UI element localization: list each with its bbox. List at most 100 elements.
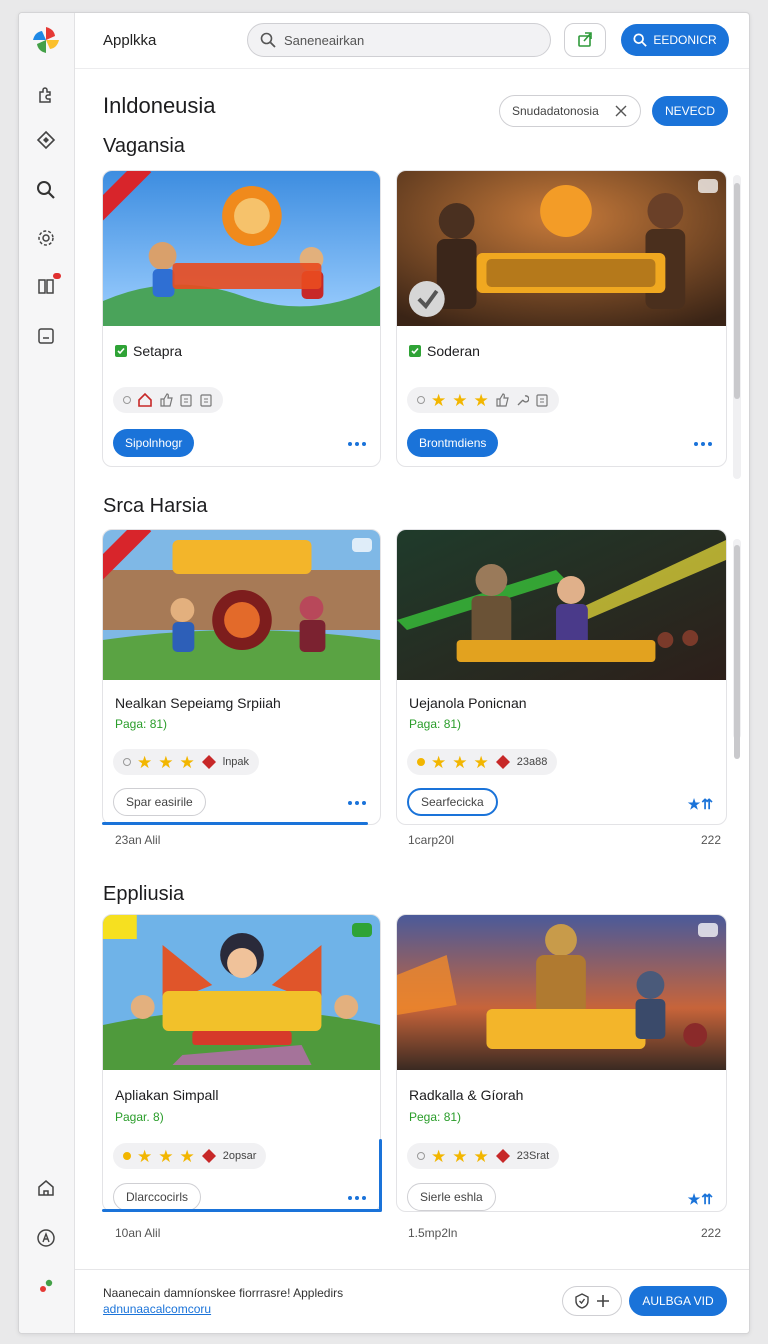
status-dot — [417, 1152, 425, 1160]
more-options-icon[interactable] — [348, 798, 368, 808]
app-title: Setapra — [115, 343, 182, 359]
page-title: Inldoneusia — [103, 93, 216, 118]
header-action-button[interactable]: NEVECD — [652, 96, 728, 126]
star-icon: ★ — [452, 752, 468, 772]
badge-icon — [495, 1149, 510, 1163]
card-action-button[interactable]: Searfecicka — [407, 788, 498, 816]
app-count: 222 — [701, 833, 722, 847]
shield-icon[interactable] — [574, 1293, 590, 1309]
filter-chip[interactable]: Snudadatonosia — [499, 95, 641, 127]
app-card[interactable]: Nealkan Sepeiamg Srpiiah Paga: 81) ★ ★ ★… — [102, 529, 381, 825]
search-box[interactable] — [247, 23, 551, 57]
card-action-button[interactable]: Brontmdiens — [407, 429, 499, 457]
more-options-icon[interactable] — [348, 439, 368, 449]
badge-icon — [201, 1149, 216, 1163]
star-icon: ★ — [431, 752, 447, 772]
thumb-icon — [160, 393, 173, 407]
app-thumbnail[interactable] — [103, 171, 380, 326]
sidebar-item-downloads[interactable] — [31, 321, 61, 351]
app-title: Soderan — [409, 343, 480, 359]
app-thumbnail[interactable] — [103, 915, 380, 1070]
star-icon: ★ — [452, 390, 468, 410]
app-card[interactable]: Apliakan Simpall Pagar. 8) ★ ★ ★ 2opsar … — [102, 914, 381, 1212]
app-meta: ★ ★ ★ 2opsar — [113, 1143, 267, 1169]
app-meta — [113, 387, 223, 413]
favorite-icon[interactable]: ★⇈ — [688, 796, 714, 813]
app-card[interactable]: Setapra Sipolnhogr — [102, 170, 381, 467]
wrench-icon — [517, 395, 529, 406]
sidebar-item-account[interactable] — [31, 1223, 61, 1253]
status-dot — [123, 396, 131, 404]
sidebar-item-discover[interactable] — [31, 125, 61, 155]
top-bar: Applkka EEDONICR — [75, 13, 749, 69]
favorite-icon[interactable]: ★⇈ — [688, 1191, 714, 1208]
sidebar — [19, 13, 75, 1333]
app-thumbnail[interactable] — [397, 171, 726, 326]
meta-text: lnpak — [222, 756, 250, 768]
star-icon: ★ — [431, 1146, 447, 1166]
star-icon: ★ — [473, 390, 489, 410]
app-card[interactable]: Radkalla & Gíorah Pega: 81) ★ ★ ★ 23Srat… — [396, 914, 727, 1212]
app-thumbnail[interactable] — [103, 530, 380, 680]
app-thumbnail[interactable] — [397, 915, 726, 1070]
app-footnote: 23an Alil — [115, 833, 161, 847]
install-button[interactable] — [564, 23, 606, 57]
filter-chip-label: Snudadatonosia — [512, 104, 599, 118]
badge-icon — [201, 755, 216, 769]
app-title: Nealkan Sepeiamg Srpiiah — [115, 695, 281, 711]
card-action-button[interactable]: Dlarccocirls — [113, 1183, 202, 1211]
app-card[interactable]: Soderan ★ ★ ★ Brontmdiens — [396, 170, 727, 467]
sidebar-item-puzzle[interactable] — [31, 79, 61, 109]
sidebar-item-settings[interactable] — [31, 223, 61, 253]
more-options-icon[interactable] — [694, 439, 714, 449]
top-cta-button[interactable]: EEDONICR — [621, 24, 729, 56]
compass-icon — [36, 130, 56, 150]
star-icon: ★ — [137, 1146, 153, 1166]
card-action-button[interactable]: Sipolnhogr — [113, 429, 195, 457]
footer-text: Naanecain damníonskee fiorrrasre! Appled… — [103, 1286, 344, 1300]
app-thumbnail[interactable] — [397, 530, 726, 680]
star-icon: ★ — [137, 752, 153, 772]
scrollbar-thumb[interactable] — [734, 183, 740, 399]
scrollbar-thumb[interactable] — [734, 545, 740, 759]
tag-badge — [698, 179, 718, 193]
badge-icon — [495, 755, 510, 769]
footer-link[interactable]: adnunaacalcomcoru — [103, 1302, 211, 1316]
close-icon[interactable] — [614, 104, 628, 118]
plus-icon[interactable] — [595, 1293, 611, 1309]
section-title: Eppliusia — [103, 883, 185, 905]
app-subtitle: Pega: 81) — [409, 1110, 462, 1124]
footer-action-button[interactable]: AULBGA VID — [629, 1286, 727, 1316]
meta-text: 23Srat — [516, 1150, 550, 1162]
sidebar-item-search[interactable] — [31, 175, 61, 205]
notification-badge — [53, 273, 61, 279]
app-title: Apliakan Simpall — [115, 1087, 219, 1103]
footer-icon-group — [562, 1286, 622, 1316]
card-action-button[interactable]: Sierle eshla — [407, 1183, 496, 1211]
clipboard-icon — [180, 394, 192, 407]
sidebar-item-home[interactable] — [31, 1173, 61, 1203]
top-cta-label: EEDONICR — [653, 33, 717, 47]
more-options-icon[interactable] — [348, 1193, 368, 1203]
app-logo[interactable] — [31, 25, 61, 55]
app-subtitle: Paga: 81) — [409, 717, 462, 731]
search-input[interactable] — [284, 32, 514, 48]
app-footnote: 1.5mp2ln — [408, 1226, 458, 1240]
status-dot — [123, 758, 131, 766]
section-title: Srca Harsia — [103, 495, 208, 517]
sidebar-item-status[interactable] — [31, 1271, 61, 1301]
status-dot — [417, 758, 425, 766]
thumb-icon — [496, 393, 509, 407]
meta-text: 23a88 — [516, 756, 548, 768]
app-meta: ★ ★ ★ lnpak — [113, 749, 260, 775]
home-icon — [138, 392, 152, 407]
app-card[interactable]: Uejanola Ponicnan Paga: 81) ★ ★ ★ 23a88 … — [396, 529, 727, 825]
meta-text: 2opsar — [222, 1150, 257, 1162]
verified-icon — [115, 345, 127, 357]
app-meta: ★ ★ ★ — [407, 387, 559, 413]
tag-badge — [698, 923, 718, 937]
star-icon: ★ — [431, 390, 447, 410]
card-action-button[interactable]: Spar easirile — [113, 788, 206, 816]
sidebar-item-library[interactable] — [31, 271, 61, 301]
main-content: Inldoneusia Snudadatonosia NEVECD Vagans… — [75, 69, 749, 1269]
